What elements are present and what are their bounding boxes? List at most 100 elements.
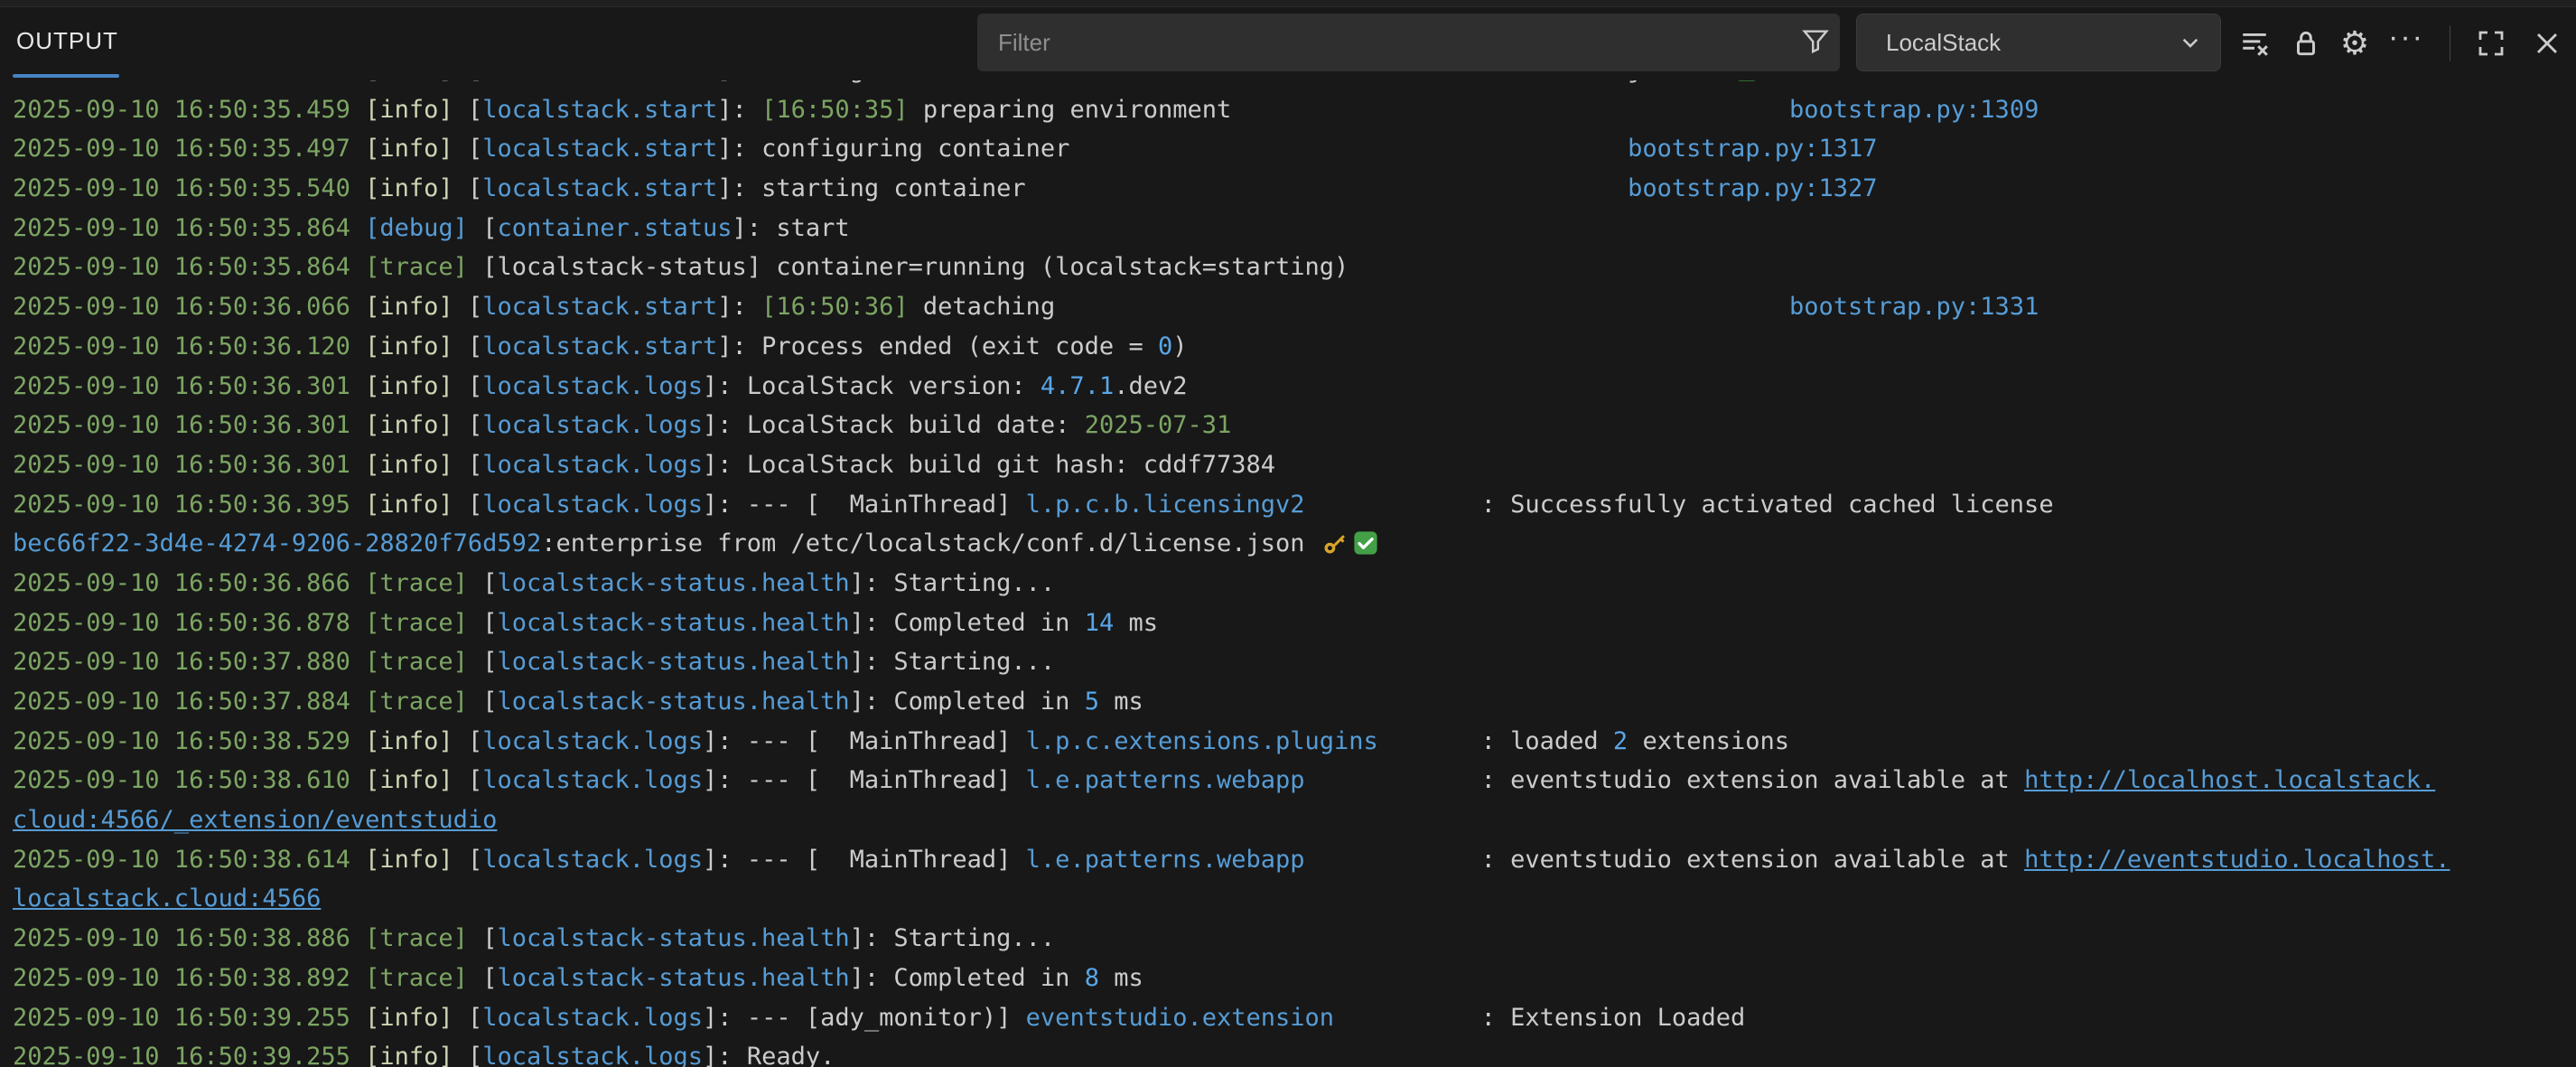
log-line: 2025-09-10 16:50:38.610 [info] [localsta…	[0, 761, 2576, 800]
log-level-tag: [info]	[365, 727, 453, 755]
log-text: : Successfully activated cached license	[1481, 491, 2054, 519]
logger-name: l.e.patterns.webapp	[1026, 766, 1305, 794]
logger-name: localstack-status.health	[497, 609, 849, 637]
clear-output-button[interactable]	[2235, 23, 2274, 63]
log-text: [	[453, 293, 483, 321]
log-level-tag: [info]	[365, 1043, 453, 1067]
log-text	[350, 964, 365, 992]
log-text: [	[453, 96, 483, 124]
file-reference[interactable]: bootstrap.py:1327	[1628, 174, 1877, 202]
log-number: 4.7.1	[1041, 372, 1114, 400]
log-number: 5	[1085, 688, 1099, 716]
log-text: : eventstudio extension available at	[1481, 846, 2024, 874]
log-text	[350, 135, 365, 163]
log-text	[350, 80, 365, 84]
log-text: [	[468, 924, 498, 952]
lock-scroll-button[interactable]	[2286, 23, 2326, 63]
log-text: ]: LocalStack build git hash: cddf77384	[703, 451, 1275, 479]
log-text: [	[453, 80, 483, 84]
filter-options-button[interactable]	[1792, 19, 1839, 66]
lock-icon	[2291, 28, 2321, 59]
log-text: ]:	[717, 96, 761, 124]
log-line: 2025-09-10 16:50:36.301 [info] [localsta…	[0, 406, 2576, 445]
log-number: 14	[1085, 609, 1115, 637]
filter-container	[977, 14, 1840, 71]
log-level-tag: [info]	[365, 766, 453, 794]
timestamp: 2025-09-10 16:50:36.301	[13, 451, 350, 479]
key-emoji-icon	[1322, 529, 1348, 568]
logger-name: l.p.c.b.licensingv2	[1026, 491, 1305, 519]
logger-name: l.e.patterns.webapp	[1026, 846, 1305, 874]
log-text: [	[453, 135, 483, 163]
log-text: ]: loading cached license from /etc/loca…	[717, 80, 1701, 84]
log-text	[350, 332, 365, 360]
log-text: [	[453, 332, 483, 360]
log-output-area[interactable]: 2025-09-10 16:50:35.427 [info] [localsta…	[0, 80, 2576, 1067]
spacer	[1305, 766, 1481, 794]
log-level-tag: [info]	[365, 293, 453, 321]
log-line: 2025-09-10 16:50:35.864 [debug] [contain…	[0, 209, 2576, 248]
output-channel-select[interactable]: LocalStack	[1856, 14, 2221, 71]
timestamp: 2025-09-10 16:50:36.866	[13, 569, 350, 597]
log-text	[350, 96, 365, 124]
timestamp: 2025-09-10 16:50:36.066	[13, 293, 350, 321]
log-text: ]: LocalStack build date:	[703, 411, 1085, 439]
log-number: 2	[1613, 727, 1628, 755]
log-line: 2025-09-10 16:50:38.886 [trace] [localst…	[0, 919, 2576, 959]
log-text: ms	[1114, 609, 1158, 637]
log-line: 2025-09-10 16:50:37.880 [trace] [localst…	[0, 642, 2576, 682]
log-line: 2025-09-10 16:50:35.497 [info] [localsta…	[0, 129, 2576, 169]
log-line: 2025-09-10 16:50:35.459 [info] [localsta…	[0, 90, 2576, 130]
funnel-icon	[1802, 27, 1829, 59]
tab-output[interactable]: OUTPUT	[16, 27, 118, 55]
file-reference[interactable]: bootstrap.py:1317	[1628, 135, 1877, 163]
timestamp: 2025-09-10 16:50:36.301	[13, 411, 350, 439]
log-text: extensions	[1628, 727, 1789, 755]
log-text: [	[468, 648, 498, 676]
log-text: [	[453, 846, 483, 874]
log-text: [	[453, 174, 483, 202]
log-text: ]: Completed in	[850, 609, 1085, 637]
logger-name: container.status	[497, 214, 732, 242]
log-text	[350, 293, 365, 321]
log-text: ]: --- [ MainThread]	[703, 846, 1026, 874]
logger-name: localstack-status.health	[497, 569, 849, 597]
log-level-tag: [info]	[365, 174, 453, 202]
url-link[interactable]: http://localhost.localstack.	[2024, 766, 2435, 794]
log-text: )	[1172, 332, 1187, 360]
url-link[interactable]: http://eventstudio.localhost.	[2024, 846, 2450, 874]
log-text: .dev2	[1114, 372, 1187, 400]
log-level-tag: [trace]	[365, 569, 468, 597]
log-text: ]: Completed in	[850, 964, 1085, 992]
more-actions-button[interactable]: ···	[2386, 23, 2426, 63]
timestamp: 2025-09-10 16:50:35.864	[13, 214, 350, 242]
log-text: [	[453, 411, 483, 439]
timestamp: 2025-09-10 16:50:38.610	[13, 766, 350, 794]
url-link[interactable]: localstack.cloud:4566	[13, 884, 321, 913]
logger-name: localstack-status.health	[497, 924, 849, 952]
log-text: ]: LocalStack version:	[703, 372, 1041, 400]
log-number: 8	[1085, 964, 1099, 992]
active-tab-underline	[13, 74, 119, 78]
log-text: ]: Starting...	[850, 648, 1056, 676]
log-line: bec66f22-3d4e-4274-9206-28820f76d592:ent…	[0, 524, 2576, 564]
settings-button[interactable]: ⚙	[2335, 23, 2375, 63]
log-level-tag: [info]	[365, 372, 453, 400]
logger-name: localstack.start	[482, 174, 717, 202]
url-link[interactable]: cloud:4566/_extension/eventstudio	[13, 806, 497, 834]
maximize-panel-button[interactable]	[2471, 23, 2511, 63]
close-panel-button[interactable]	[2527, 23, 2567, 63]
log-text	[350, 451, 365, 479]
logger-name: localstack.start	[482, 332, 717, 360]
file-reference[interactable]: bootstrap.py:1331	[1789, 293, 2039, 321]
log-text	[350, 766, 365, 794]
filter-input[interactable]	[978, 29, 1792, 57]
log-level-tag: [info]	[365, 135, 453, 163]
log-text	[350, 253, 365, 281]
log-text: :enterprise from /etc/localstack/conf.d/…	[541, 529, 1320, 557]
log-text: [	[468, 569, 498, 597]
file-reference[interactable]: bootstrap.py:1309	[1789, 96, 2039, 124]
log-text: preparing environment	[909, 96, 1232, 124]
spacer	[1334, 1004, 1481, 1032]
log-level-tag: [info]	[365, 332, 453, 360]
